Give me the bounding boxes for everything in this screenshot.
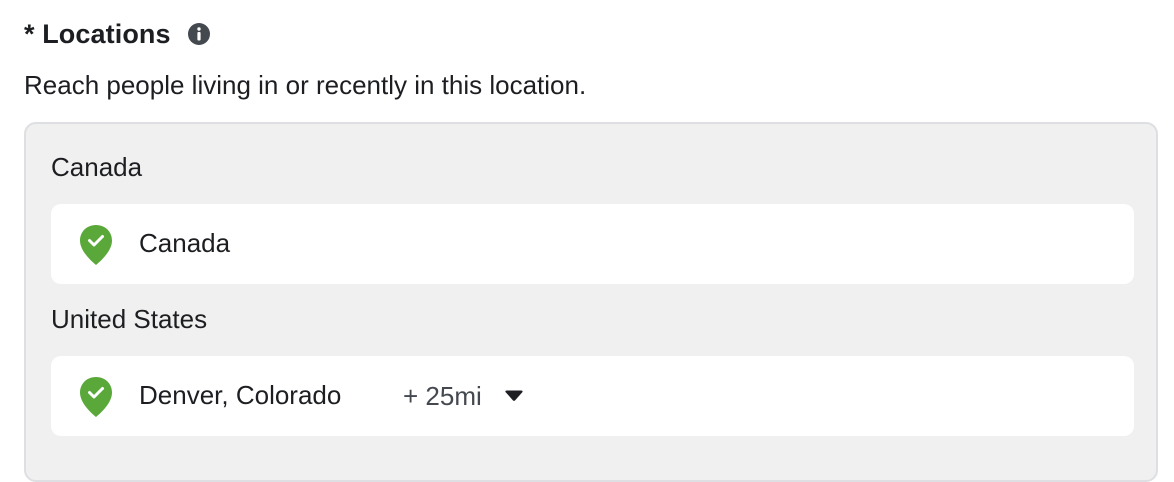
location-row-denver[interactable]: Denver, Colorado + 25mi bbox=[51, 356, 1134, 436]
location-name: Denver, Colorado bbox=[139, 380, 342, 410]
location-row-canada[interactable]: Canada bbox=[51, 204, 1134, 284]
radius-dropdown[interactable]: + 25mi bbox=[403, 356, 524, 436]
location-name: Canada bbox=[139, 228, 231, 258]
group-label-canada: Canada bbox=[51, 152, 143, 182]
map-pin-check-icon bbox=[79, 224, 113, 266]
radius-value: + 25mi bbox=[403, 380, 482, 411]
locations-description: Reach people living in or recently in th… bbox=[24, 70, 587, 100]
info-icon[interactable] bbox=[187, 22, 211, 46]
locations-header: * Locations bbox=[24, 18, 211, 50]
map-pin-check-icon bbox=[79, 376, 113, 418]
caret-down-icon bbox=[504, 389, 524, 403]
locations-panel: Canada Canada United States Denver, Colo… bbox=[24, 122, 1158, 482]
locations-title: * Locations bbox=[24, 18, 171, 49]
group-label-united-states: United States bbox=[51, 304, 208, 334]
